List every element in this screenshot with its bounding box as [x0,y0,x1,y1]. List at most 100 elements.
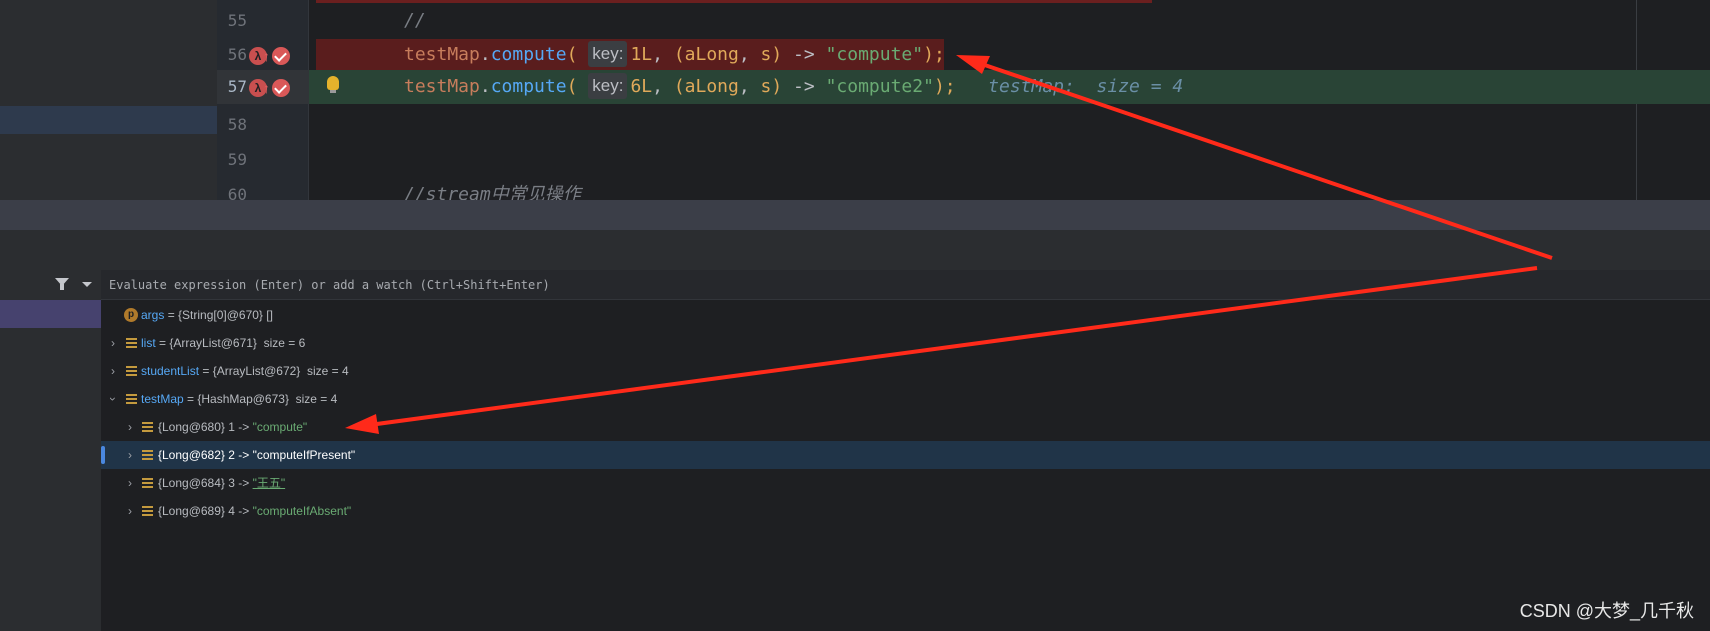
entry-key: {Long@680} 1 -> [158,420,253,434]
code-text[interactable]: testMap.compute( key: 1L, (aLong, s) -> "… [404,38,945,72]
project-panel [0,0,217,200]
token-dot: . [479,76,491,97]
token-param: aLong [684,76,739,97]
parameter-hint: key: [588,73,628,99]
chevron-down-icon[interactable] [82,282,92,287]
entry-key: {Long@689} 4 -> [158,504,253,518]
field-icon [126,394,137,404]
chevron-right-icon[interactable]: › [108,357,118,385]
variable-value: = {ArrayList@671} size = 6 [159,336,306,350]
code-line-60[interactable]: 60 //stream中常见操作 [217,178,1710,200]
token-param: s [760,44,772,65]
inline-debug-value: testMap: size = 4 [988,76,1184,97]
variable-row-args[interactable]: p args = {String[0]@670} [] [101,301,1710,329]
entry-value: "computeIfPresent" [252,448,356,462]
token-paren: ( [673,44,685,65]
code-editor: 55 // 56 λ ↑ testMap.compute( key: 1L, (a… [0,0,1710,200]
debug-toolbar-area [0,230,1710,270]
variable-name: args [141,308,165,322]
field-icon [142,422,153,432]
token-method: compute [490,76,567,97]
token-arrow: -> [782,76,826,97]
token-end: ); [933,76,956,97]
breakpoint-icon[interactable] [272,79,290,97]
comment: //stream中常见操作 [404,184,581,200]
token-dot: . [479,44,491,65]
token-number: 1L [630,44,653,65]
token-string: "compute2" [825,76,934,97]
token-string: "compute" [825,44,924,65]
code-line-58[interactable]: 58 [217,108,1710,142]
filter-icon[interactable] [55,278,69,290]
line-number: 60 [227,185,247,200]
token-paren: ) [771,76,783,97]
variable-value: = {HashMap@673} size = 4 [187,392,338,406]
entry-key: {Long@684} 3 -> [158,476,253,490]
token-variable: testMap [404,76,480,97]
map-entry-row[interactable]: › {Long@680} 1 -> "compute" [101,413,1710,441]
token-paren: ( [566,44,578,65]
token-arrow: -> [782,44,826,65]
breakpoint-line-highlight [316,0,1152,3]
variable-row-testMap[interactable]: › testMap = {HashMap@673} size = 4 [101,385,1710,413]
variable-value: = {ArrayList@672} size = 4 [202,364,349,378]
comment: // [404,10,426,31]
line-number: 59 [227,150,247,169]
token-method: compute [490,44,567,65]
field-icon [126,366,137,376]
code-text[interactable]: //stream中常见操作 [404,178,581,200]
token-paren: ( [566,76,578,97]
parameter-icon: p [124,308,138,322]
selected-frame[interactable] [0,300,101,328]
map-entry-row[interactable]: › {Long@682} 2 -> "computeIfPresent" [101,441,1710,469]
token-end: ); [923,44,945,65]
line-number: 55 [227,11,247,30]
code-line-55[interactable]: 55 // [217,4,1710,38]
line-number: 57 [227,77,247,96]
field-icon [142,450,153,460]
token-variable: testMap [404,44,480,65]
entry-key: {Long@682} 2 -> [158,448,253,462]
project-selected-row[interactable] [0,106,217,134]
token-comma: , [738,44,761,65]
evaluate-expression-input[interactable]: Evaluate expression (Enter) or add a wat… [101,270,1710,300]
map-entry-row[interactable]: › {Long@689} 4 -> "computeIfAbsent" [101,497,1710,525]
token-paren: ( [673,76,685,97]
lightbulb-icon[interactable] [327,76,339,93]
line-number: 56 [227,45,247,64]
field-icon [126,338,137,348]
eval-placeholder: Evaluate expression (Enter) or add a wat… [109,278,550,292]
variable-name: list [141,336,156,350]
chevron-right-icon[interactable]: › [125,413,135,441]
variables-panel: Evaluate expression (Enter) or add a wat… [101,270,1710,631]
variable-name: studentList [141,364,200,378]
chevron-right-icon[interactable]: › [125,497,135,525]
variable-row-studentList[interactable]: › studentList = {ArrayList@672} size = 4 [101,357,1710,385]
variable-name: testMap [141,392,184,406]
map-entry-row[interactable]: › {Long@684} 3 -> "王五" [101,469,1710,497]
field-icon [142,478,153,488]
breakpoint-icon[interactable] [272,47,290,65]
token-comma: , [652,76,674,97]
chevron-right-icon[interactable]: › [125,441,135,469]
entry-value: "compute" [252,420,308,434]
code-line-56[interactable]: 56 λ ↑ testMap.compute( key: 1L, (aLong, … [217,38,1710,72]
code-text[interactable]: // [404,4,426,38]
chevron-right-icon[interactable]: › [125,469,135,497]
field-icon [142,506,153,516]
token-comma: , [738,76,761,97]
code-line-57[interactable]: 57 λ ↑ testMap.compute( key: 6L, (aLong, … [217,70,1710,104]
token-param: s [760,76,772,97]
chevron-down-icon[interactable]: › [99,394,127,404]
selection-marker [101,446,105,464]
code-text[interactable]: testMap.compute( key: 6L, (aLong, s) -> "… [404,70,1183,104]
token-number: 6L [630,76,653,97]
token-param: aLong [684,44,739,65]
variable-row-list[interactable]: › list = {ArrayList@671} size = 6 [101,329,1710,357]
watermark: CSDN @大梦_几千秋 [1519,601,1694,621]
panel-splitter[interactable] [0,200,1710,230]
code-line-59[interactable]: 59 [217,143,1710,177]
variable-value: = {String[0]@670} [] [167,308,273,322]
frames-panel [0,270,101,631]
chevron-right-icon[interactable]: › [108,329,118,357]
